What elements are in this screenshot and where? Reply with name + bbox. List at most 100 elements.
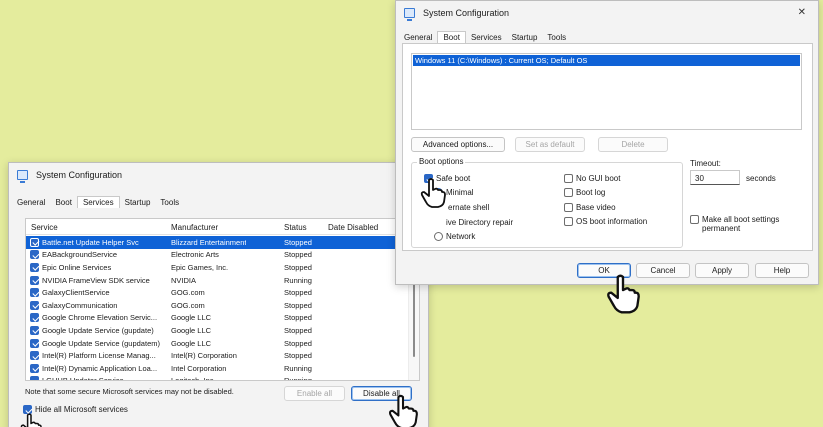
alternate-shell-option[interactable]: ernate shell	[448, 203, 489, 212]
base-video-option[interactable]: Base video	[564, 203, 616, 212]
service-status: Stopped	[284, 250, 312, 260]
tab-tools[interactable]: Tools	[542, 32, 571, 43]
hand-pointer-icon	[420, 178, 446, 208]
services-list: Service Manufacturer Status Date Disable…	[25, 218, 420, 381]
service-checkbox[interactable]	[30, 237, 39, 247]
boot-log-checkbox[interactable]	[564, 188, 573, 197]
tab-boot[interactable]: Boot	[50, 197, 76, 208]
hand-pointer-icon	[607, 274, 640, 314]
make-permanent-label: Make all boot settings permanent	[702, 215, 780, 233]
column-manufacturer[interactable]: Manufacturer	[171, 223, 218, 232]
set-as-default-button[interactable]: Set as default	[515, 137, 585, 152]
boot-log-option[interactable]: Boot log	[564, 188, 605, 197]
service-name: Google Update Service (gupdatem)	[42, 338, 160, 348]
tab-startup[interactable]: Startup	[120, 197, 156, 208]
no-gui-boot-option[interactable]: No GUI boot	[564, 174, 620, 183]
column-status[interactable]: Status	[284, 223, 307, 232]
table-row[interactable]: Google Update Service (gupdate) Google LL…	[26, 324, 407, 337]
service-checkbox[interactable]	[30, 275, 39, 285]
window-title-bar[interactable]: System Configuration	[9, 163, 428, 187]
table-row[interactable]: GalaxyClientService GOG.com Stopped	[26, 286, 407, 299]
service-manufacturer: Intel(R) Corporation	[171, 351, 237, 361]
make-permanent-checkbox[interactable]	[690, 215, 699, 224]
service-checkbox[interactable]	[30, 325, 39, 335]
seconds-label: seconds	[746, 174, 776, 183]
table-row[interactable]: Battle.net Update Helper Svc Blizzard Ent…	[26, 236, 407, 249]
service-manufacturer: Electronic Arts	[171, 250, 219, 260]
hand-pointer-icon	[20, 413, 42, 427]
window-title-bar[interactable]: System Configuration ✕	[396, 1, 818, 25]
window-title: System Configuration	[36, 170, 123, 180]
make-permanent-option[interactable]: Make all boot settings permanent	[690, 215, 802, 233]
service-checkbox[interactable]	[30, 363, 39, 373]
service-manufacturer: Intel Corporation	[171, 363, 227, 373]
ms-services-note: Note that some secure Microsoft services…	[25, 387, 234, 396]
network-option[interactable]: Network	[434, 232, 475, 241]
timeout-input[interactable]: 30	[690, 170, 740, 185]
tab-general[interactable]: General	[399, 32, 437, 43]
window-title: System Configuration	[423, 8, 510, 18]
column-date-disabled[interactable]: Date Disabled	[328, 223, 378, 232]
apply-button[interactable]: Apply	[695, 263, 749, 278]
service-status: Running	[284, 376, 312, 381]
timeout-label: Timeout:	[690, 159, 721, 168]
service-name: GalaxyClientService	[42, 288, 110, 298]
ad-repair-label: ive Directory repair	[446, 218, 514, 227]
cancel-button[interactable]: Cancel	[636, 263, 690, 278]
table-row[interactable]: Intel(R) Dynamic Application Loa... Intel…	[26, 362, 407, 375]
os-list[interactable]: Windows 11 (C:\Windows) : Current OS; De…	[411, 53, 802, 130]
system-config-app-icon	[404, 8, 415, 21]
hand-pointer-icon	[388, 394, 418, 427]
service-checkbox[interactable]	[30, 351, 39, 361]
os-boot-info-option[interactable]: OS boot information	[564, 217, 647, 226]
service-status: Running	[284, 275, 312, 285]
service-name: GalaxyCommunication	[42, 300, 118, 310]
help-button[interactable]: Help	[755, 263, 809, 278]
close-icon[interactable]: ✕	[798, 7, 806, 18]
service-manufacturer: NVIDIA	[171, 275, 197, 285]
tab-strip: General Boot Services Startup Tools	[396, 29, 818, 43]
service-name: Battle.net Update Helper Svc	[42, 237, 139, 247]
service-checkbox[interactable]	[30, 288, 39, 298]
table-row[interactable]: EABackgroundService Electronic Arts Stoppe…	[26, 249, 407, 262]
table-row[interactable]: Epic Online Services Epic Games, Inc. Stop…	[26, 261, 407, 274]
service-checkbox[interactable]	[30, 313, 39, 323]
service-checkbox[interactable]	[30, 338, 39, 348]
table-row[interactable]: GalaxyCommunication GOG.com Stopped	[26, 299, 407, 312]
delete-button[interactable]: Delete	[598, 137, 668, 152]
column-service[interactable]: Service	[31, 223, 58, 232]
os-boot-info-checkbox[interactable]	[564, 217, 573, 226]
service-status: Stopped	[284, 338, 312, 348]
service-checkbox[interactable]	[30, 250, 39, 260]
base-video-checkbox[interactable]	[564, 203, 573, 212]
service-manufacturer: GOG.com	[171, 300, 205, 310]
table-row[interactable]: Google Chrome Elevation Servic... Google …	[26, 312, 407, 325]
service-checkbox[interactable]	[30, 376, 39, 380]
advanced-options-button[interactable]: Advanced options...	[411, 137, 505, 152]
os-list-item[interactable]: Windows 11 (C:\Windows) : Current OS; De…	[413, 55, 800, 66]
table-row[interactable]: Google Update Service (gupdatem) Google L…	[26, 337, 407, 350]
service-status: Stopped	[284, 288, 312, 298]
table-row[interactable]: LGHUB Updater Service Logitech, Inc. Runni…	[26, 375, 407, 381]
service-checkbox[interactable]	[30, 300, 39, 310]
ad-repair-option[interactable]: ive Directory repair	[446, 218, 513, 227]
tab-tools[interactable]: Tools	[155, 197, 184, 208]
table-row[interactable]: NVIDIA FrameView SDK service NVIDIA Runnin…	[26, 274, 407, 287]
hide-ms-services-label: Hide all Microsoft services	[35, 405, 128, 414]
minimal-label: Minimal	[446, 188, 474, 197]
tab-boot[interactable]: Boot	[437, 31, 466, 43]
service-status: Stopped	[284, 313, 312, 323]
network-label: Network	[446, 232, 476, 241]
tab-services[interactable]: Services	[466, 32, 507, 43]
network-radio[interactable]	[434, 232, 443, 241]
enable-all-button[interactable]: Enable all	[284, 386, 345, 401]
no-gui-boot-checkbox[interactable]	[564, 174, 573, 183]
boot-options-label: Boot options	[417, 157, 466, 166]
no-gui-boot-label: No GUI boot	[576, 174, 621, 183]
tab-startup[interactable]: Startup	[507, 32, 543, 43]
services-tab-page: Service Manufacturer Status Date Disable…	[17, 215, 422, 427]
tab-general[interactable]: General	[12, 197, 50, 208]
tab-services[interactable]: Services	[76, 196, 120, 208]
service-checkbox[interactable]	[30, 262, 39, 272]
table-row[interactable]: Intel(R) Platform License Manag... Intel(…	[26, 349, 407, 362]
